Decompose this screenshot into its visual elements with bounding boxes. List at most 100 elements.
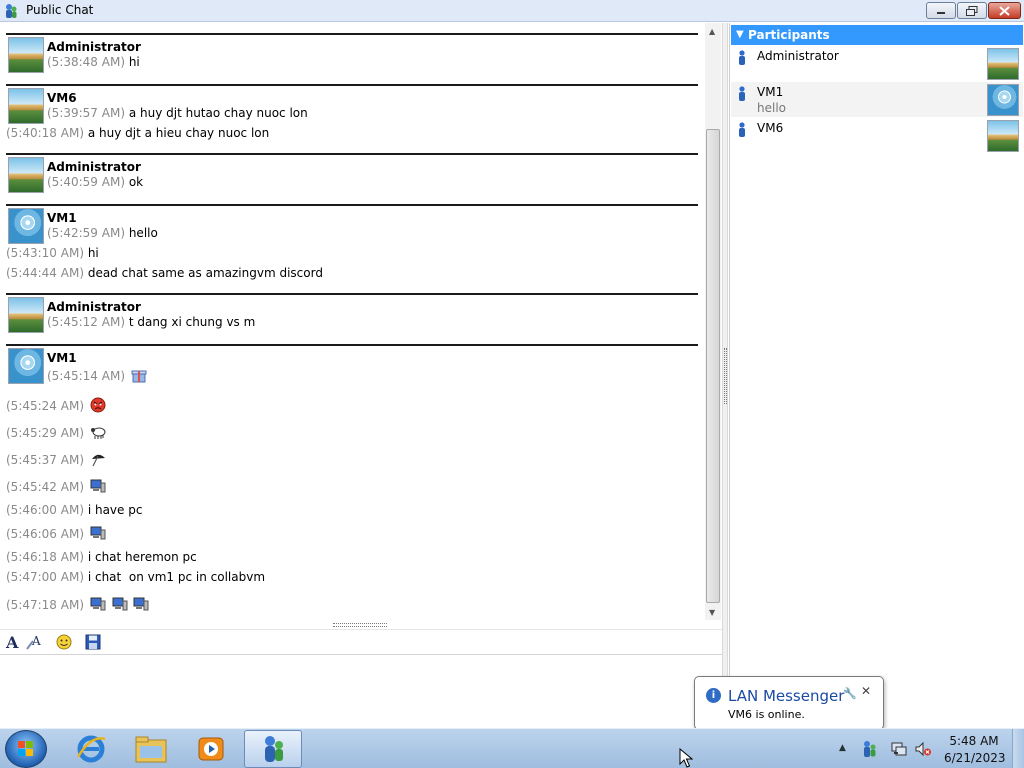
save-button[interactable]: [84, 633, 102, 651]
taskbar-internet-explorer[interactable]: [62, 730, 120, 768]
message-text: i chat on vm1 pc in collabvm: [87, 570, 266, 584]
chat-history[interactable]: Administrator (5:38:48 AM) hi VM6 (5:39:…: [0, 23, 722, 623]
message-line: (5:40:59 AM) ok: [47, 175, 143, 189]
pane-splitter[interactable]: [722, 23, 728, 728]
computer-emoticon: [90, 526, 106, 540]
message-timestamp: (5:45:14 AM): [47, 369, 125, 383]
message-timestamp: (5:40:18 AM): [6, 126, 84, 140]
message-separator: [6, 84, 698, 86]
notification-title: LAN Messenger: [728, 687, 845, 705]
taskbar-lan-messenger[interactable]: [244, 730, 302, 768]
ferris-wheel-avatar: [8, 348, 44, 384]
umbrella-emoticon: [91, 454, 105, 467]
lan-messenger-icon: [6, 4, 17, 18]
taskbar-media-player[interactable]: [182, 730, 240, 768]
collapse-arrow-icon[interactable]: ▼: [736, 29, 744, 40]
computer-emoticon: [90, 597, 106, 611]
stairs-avatar: [8, 297, 44, 333]
message-timestamp: (5:46:06 AM): [6, 527, 84, 541]
message-line: (5:45:37 AM): [6, 451, 106, 467]
computer-emoticon: [112, 597, 128, 611]
lan-messenger-icon: [265, 736, 283, 762]
message-separator: [6, 204, 698, 206]
media-player-icon: [198, 737, 224, 761]
message-line: (5:40:18 AM) a huy djt a hieu chay nuoc …: [6, 126, 269, 140]
message-line: (5:44:44 AM) dead chat same as amazingvm…: [6, 266, 323, 280]
message-timestamp: (5:46:18 AM): [6, 550, 84, 564]
message-line: (5:45:14 AM): [47, 367, 147, 383]
gift-emoticon: [131, 370, 147, 383]
chat-scrollbar[interactable]: ▲ ▼: [705, 23, 721, 620]
message-separator: [6, 33, 698, 35]
volume-muted-icon[interactable]: [914, 740, 932, 758]
message-separator: [6, 344, 698, 346]
clock-date[interactable]: 6/21/2023: [944, 751, 1006, 765]
message-text: t dang xi chung vs m: [128, 315, 256, 329]
settings-wrench-icon[interactable]: 🔧: [843, 687, 857, 700]
ferris-wheel-avatar: [8, 208, 44, 244]
formatting-toolbar: A A: [0, 629, 722, 653]
close-button[interactable]: [988, 2, 1021, 19]
show-hidden-icons-arrow[interactable]: ▲: [839, 743, 846, 753]
message-separator: [6, 153, 698, 155]
message-timestamp: (5:45:37 AM): [6, 453, 84, 467]
close-icon: [999, 5, 1010, 16]
splitter-grip[interactable]: [724, 348, 727, 404]
message-line: (5:47:18 AM): [6, 596, 149, 612]
participant-item[interactable]: VM6: [731, 118, 1023, 153]
message-line: (5:45:12 AM) t dang xi chung vs m: [47, 315, 255, 329]
taskbar-file-explorer[interactable]: [122, 730, 180, 768]
message-timestamp: (5:44:44 AM): [6, 266, 84, 280]
message-line: (5:46:06 AM): [6, 525, 106, 541]
message-sender: VM1: [47, 351, 77, 365]
windows-logo-icon: [18, 741, 33, 756]
message-separator: [6, 293, 698, 295]
minimize-icon: [937, 11, 945, 14]
message-text: hello: [128, 226, 158, 240]
save-icon: [85, 634, 101, 650]
emoticon-button[interactable]: [55, 633, 73, 651]
clock-time[interactable]: 5:48 AM: [944, 734, 1004, 748]
message-timestamp: (5:45:12 AM): [47, 315, 125, 329]
scroll-down-icon[interactable]: ▼: [709, 608, 715, 617]
notification-balloon[interactable]: i LAN Messenger VM6 is online. 🔧 ✕: [694, 676, 884, 741]
chat-input-splitter[interactable]: [333, 623, 387, 627]
message-timestamp: (5:38:48 AM): [47, 55, 125, 69]
font-button[interactable]: A: [4, 633, 22, 651]
message-timestamp: (5:39:57 AM): [47, 106, 125, 120]
message-line: (5:47:00 AM) i chat on vm1 pc in collabv…: [6, 570, 265, 584]
participants-header[interactable]: ▼ Participants: [731, 25, 1023, 45]
smiley-icon: [56, 634, 72, 650]
notification-close-icon[interactable]: ✕: [861, 684, 871, 698]
participant-item[interactable]: VM1 hello: [731, 82, 1023, 117]
scrollbar-thumb[interactable]: [706, 129, 720, 603]
message-sender: Administrator: [47, 40, 141, 54]
participant-name: Administrator: [757, 49, 839, 63]
network-icon[interactable]: [890, 740, 908, 758]
font-style-button[interactable]: A: [26, 633, 44, 651]
message-sender: VM1: [47, 211, 77, 225]
start-button[interactable]: [5, 730, 47, 768]
ferris-wheel-avatar: [987, 84, 1019, 116]
message-timestamp: (5:43:10 AM): [6, 246, 84, 260]
message-timestamp: (5:45:42 AM): [6, 480, 84, 494]
svg-text:A: A: [5, 634, 19, 650]
show-desktop-button[interactable]: [1012, 729, 1024, 768]
message-line: (5:39:57 AM) a huy djt hutao chay nuoc l…: [47, 106, 308, 120]
scroll-up-icon[interactable]: ▲: [709, 27, 715, 36]
message-input-area[interactable]: [0, 654, 722, 728]
message-input[interactable]: [0, 655, 722, 728]
restore-button[interactable]: [957, 2, 987, 19]
participant-item[interactable]: Administrator: [731, 46, 1023, 81]
stairs-avatar: [8, 37, 44, 73]
message-timestamp: (5:45:24 AM): [6, 399, 84, 413]
computer-emoticon: [90, 479, 106, 493]
participant-name: VM6: [757, 121, 784, 135]
font-style-icon: A: [26, 634, 41, 650]
message-line: (5:43:10 AM) hi: [6, 246, 99, 260]
message-text: dead chat same as amazingvm discord: [87, 266, 323, 280]
lan-messenger-tray-icon[interactable]: [860, 740, 878, 758]
minimize-button[interactable]: [926, 2, 956, 19]
message-line: (5:38:48 AM) hi: [47, 55, 140, 69]
message-text: a huy djt hutao chay nuoc lon: [128, 106, 308, 120]
